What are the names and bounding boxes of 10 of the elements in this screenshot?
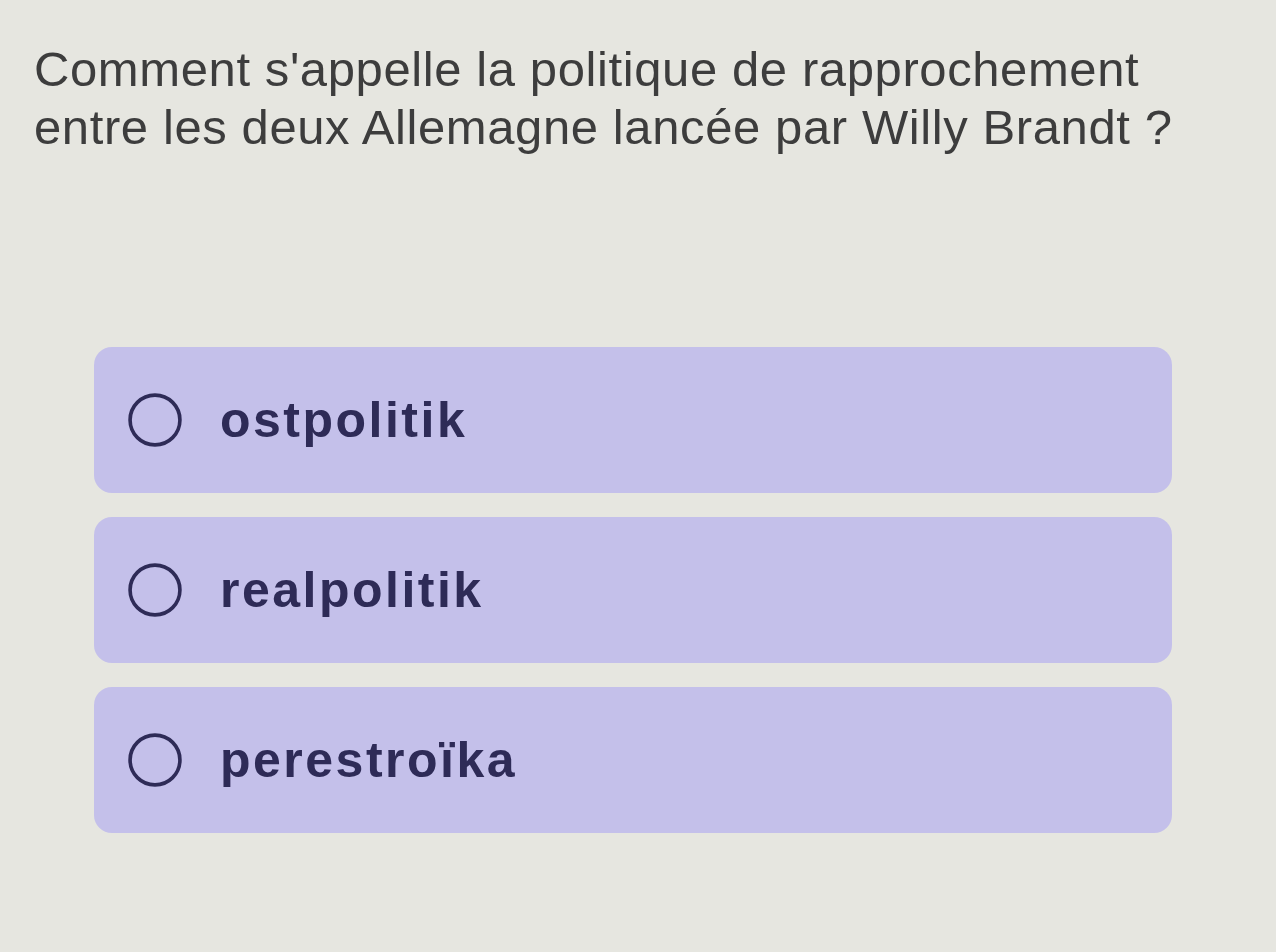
answer-option[interactable]: realpolitik [94, 517, 1172, 663]
answer-option[interactable]: ostpolitik [94, 347, 1172, 493]
answer-option[interactable]: perestroïka [94, 687, 1172, 833]
option-label: realpolitik [220, 560, 484, 620]
option-label: ostpolitik [220, 390, 468, 450]
radio-button-icon[interactable] [128, 393, 182, 447]
option-label: perestroïka [220, 730, 518, 790]
radio-button-icon[interactable] [128, 563, 182, 617]
question-text: Comment s'appelle la politique de rapprochement entre les deux Allemagne lancée par Willy Brandt ? [34, 41, 1174, 156]
radio-button-icon[interactable] [128, 733, 182, 787]
